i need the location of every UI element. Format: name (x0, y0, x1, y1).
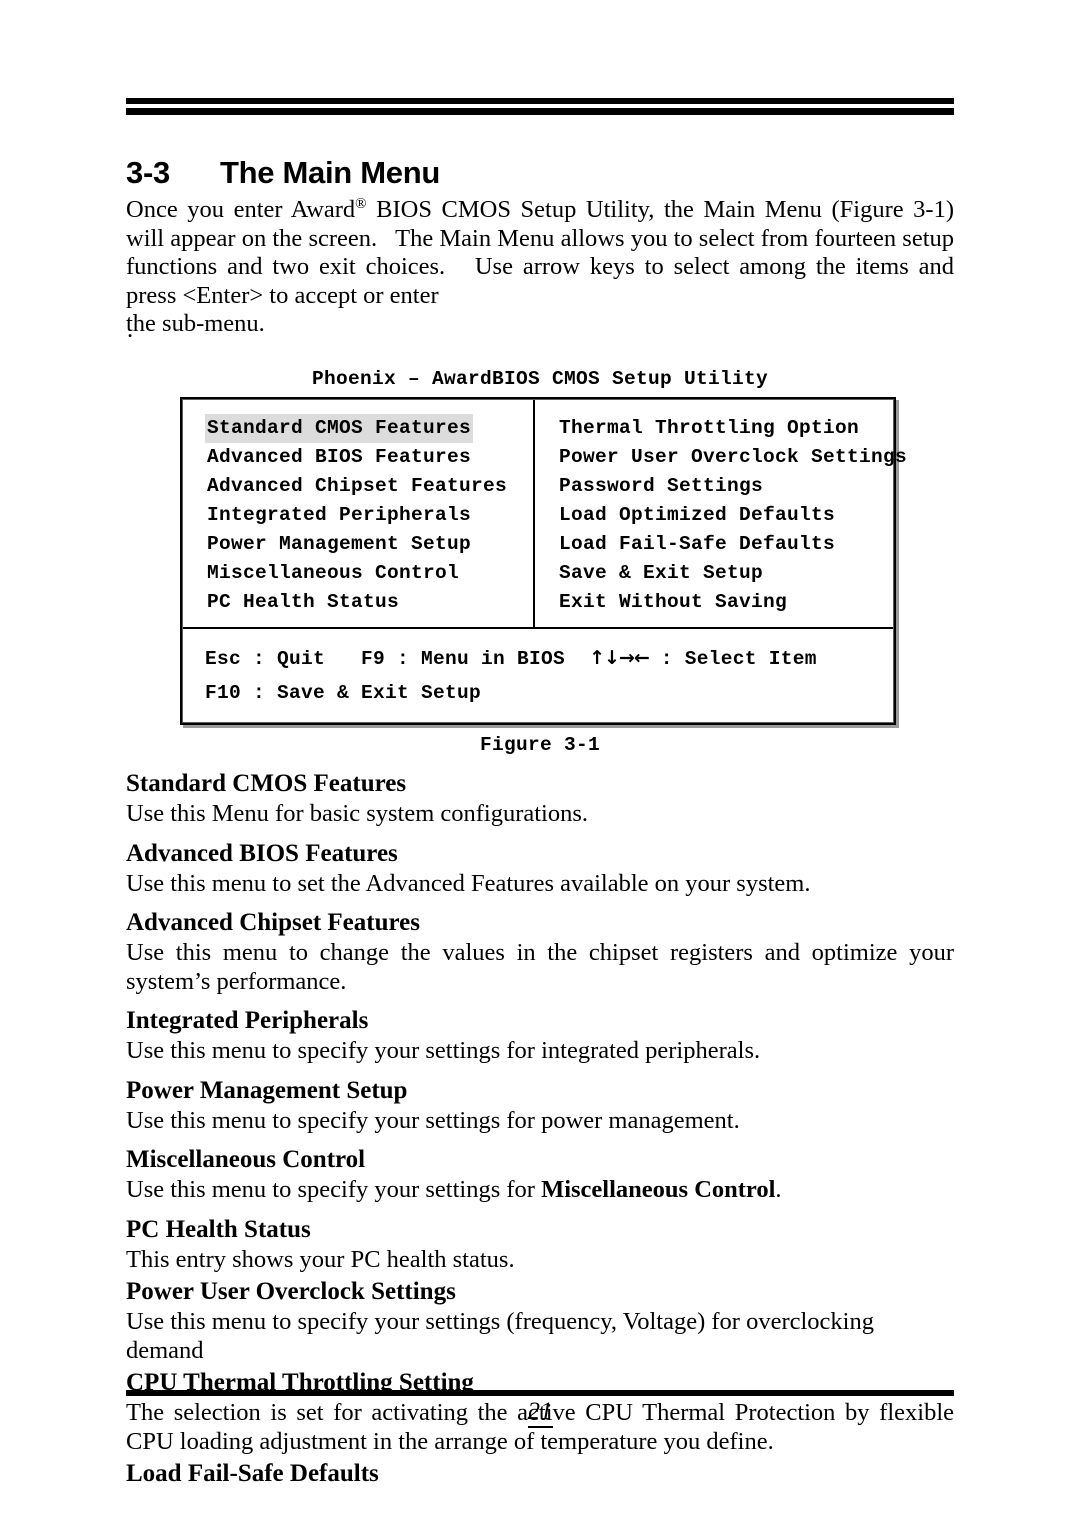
header-rule-bottom (126, 108, 954, 115)
bios-menu-item-exit-without-saving[interactable]: Exit Without Saving (557, 588, 789, 617)
desc-head-miscellaneous-control: Miscellaneous Control (126, 1146, 366, 1173)
section-number: 3-3 (126, 155, 170, 190)
bios-menu-column-right: Thermal Throttling Option Power User Ove… (535, 400, 907, 627)
bios-menu-row: Password Settings (557, 472, 893, 501)
bios-menu-item-pc-health-status[interactable]: PC Health Status (205, 588, 401, 617)
bios-key-help-line-1: Esc : Quit F9 : Menu in BIOS ↑↓→← : Sele… (205, 641, 893, 676)
desc-body-standard-cmos-features: Use this Menu for basic system configura… (126, 800, 589, 827)
desc-body-text-bold: Miscellaneous Control (541, 1176, 776, 1203)
bios-menu-row: PC Health Status (205, 588, 533, 617)
bios-menu-row: Advanced Chipset Features (205, 472, 533, 501)
bios-window-inner: Standard CMOS Features Advanced BIOS Fea… (182, 399, 907, 723)
desc-head-advanced-chipset-features: Advanced Chipset Features (126, 909, 420, 936)
page-number: 21 (0, 1398, 1080, 1428)
desc-body-power-user-overclock-settings: Use this menu to specify your settings (… (126, 1308, 874, 1364)
desc-head-standard-cmos-features: Standard CMOS Features (126, 770, 407, 797)
bios-menu-row: Power Management Setup (205, 530, 533, 559)
bios-menu-column-left: Standard CMOS Features Advanced BIOS Fea… (183, 400, 535, 627)
document-page: 3-3 The Main Menu Once you enter Award® B… (0, 0, 1080, 1527)
bios-menu-item-load-fail-safe-defaults[interactable]: Load Fail-Safe Defaults (557, 530, 837, 559)
bios-menu-item-save-and-exit-setup[interactable]: Save & Exit Setup (557, 559, 765, 588)
desc-body-power-management-setup: Use this menu to specify your settings f… (126, 1106, 740, 1134)
bios-menu-grid: Standard CMOS Features Advanced BIOS Fea… (183, 400, 907, 627)
bios-menu-item-advanced-bios-features[interactable]: Advanced BIOS Features (205, 443, 473, 472)
desc-head-power-user-overclock-settings: Power User Overclock Settings (126, 1278, 456, 1305)
bios-menu-item-integrated-peripherals[interactable]: Integrated Peripherals (205, 501, 473, 530)
intro-last-line: the sub-menu. (126, 310, 265, 338)
figure-caption: Figure 3-1 (479, 734, 601, 756)
bios-menu-item-power-user-overclock-settings[interactable]: Power User Overclock Settings (557, 443, 909, 472)
desc-body-pc-health-status: This entry shows your PC health status. (126, 1245, 515, 1273)
bios-key-help-line-2: F10 : Save & Exit Setup (205, 682, 482, 704)
bios-menu-item-load-optimized-defaults[interactable]: Load Optimized Defaults (557, 501, 837, 530)
bios-menu-row: Advanced BIOS Features (205, 443, 533, 472)
intro-paragraph: Once you enter Award® BIOS CMOS Setup Ut… (126, 196, 954, 339)
bios-key-help-select-item: : Select Item (648, 648, 817, 670)
bios-menu-row: Load Optimized Defaults (557, 501, 893, 530)
desc-body-advanced-chipset-features: Use this menu to change the values in th… (126, 939, 954, 995)
registered-mark: ® (355, 195, 367, 212)
desc-head-power-management-setup: Power Management Setup (126, 1076, 408, 1104)
desc-body-text-post: . (775, 1176, 782, 1203)
bios-menu-item-advanced-chipset-features[interactable]: Advanced Chipset Features (205, 472, 509, 501)
bios-menu-item-standard-cmos-features[interactable]: Standard CMOS Features (205, 414, 474, 443)
bios-menu-item-miscellaneous-control[interactable]: Miscellaneous Control (205, 559, 461, 588)
bios-menu-row: Thermal Throttling Option (557, 414, 893, 443)
arrow-keys-icon: ↑↓→← (589, 647, 650, 669)
desc-body-miscellaneous-control: Use this menu to specify your settings f… (126, 1176, 954, 1205)
intro-text-pre: Once you enter Award (126, 196, 356, 223)
desc-head-advanced-bios-features: Advanced BIOS Features (126, 839, 398, 867)
bios-menu-row: Power User Overclock Settings (557, 443, 907, 472)
desc-body-text-pre: Use this menu to specify your settings f… (126, 1176, 542, 1203)
bios-menu-row: Exit Without Saving (557, 588, 893, 617)
bios-setup-window: Standard CMOS Features Advanced BIOS Fea… (180, 397, 907, 725)
desc-head-load-fail-safe-defaults: Load Fail-Safe Defaults (126, 1460, 379, 1487)
bios-key-help-quit-menu: Esc : Quit F9 : Menu in BIOS (205, 648, 590, 670)
bios-menu-row: Integrated Peripherals (205, 501, 533, 530)
bios-menu-row: Load Fail-Safe Defaults (557, 530, 893, 559)
bios-menu-item-password-settings[interactable]: Password Settings (557, 472, 765, 501)
bios-key-help-bar: Esc : Quit F9 : Menu in BIOS ↑↓→← : Sele… (183, 627, 893, 722)
desc-head-pc-health-status: PC Health Status (126, 1215, 311, 1243)
footer-divider (126, 1390, 954, 1396)
desc-body-advanced-bios-features: Use this menu to set the Advanced Featur… (126, 869, 811, 897)
page-title: 3-3 The Main Menu (126, 155, 956, 191)
bios-menu-item-thermal-throttling-option[interactable]: Thermal Throttling Option (557, 414, 861, 443)
desc-head-integrated-peripherals: Integrated Peripherals (126, 1007, 369, 1034)
desc-body-integrated-peripherals: Use this menu to specify your settings f… (126, 1037, 761, 1064)
page-number-value: 21 (527, 1398, 553, 1428)
description-list: Standard CMOS Features Use this Menu for… (126, 767, 954, 1490)
bios-menu-row: Standard CMOS Features (205, 414, 533, 443)
header-divider (126, 98, 954, 115)
bios-menu-row: Miscellaneous Control (205, 559, 533, 588)
bios-window-title: Phoenix – AwardBIOS CMOS Setup Utility (311, 368, 769, 390)
stray-period: . (127, 316, 134, 343)
bios-menu-item-power-management-setup[interactable]: Power Management Setup (205, 530, 473, 559)
bios-menu-row: Save & Exit Setup (557, 559, 893, 588)
section-title: The Main Menu (220, 155, 440, 190)
